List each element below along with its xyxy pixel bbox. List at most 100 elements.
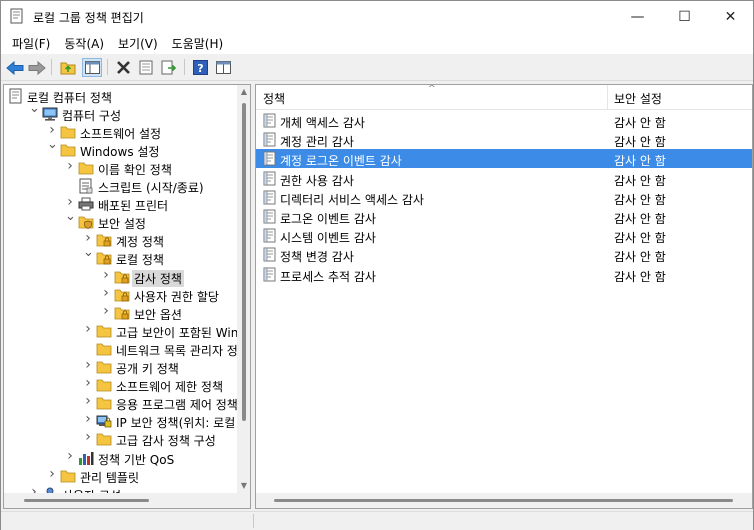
policy-list-item[interactable]: 디렉터리 서비스 액세스 감사 감사 안 함 xyxy=(256,188,752,207)
column-header-security-setting[interactable]: 보안 설정 xyxy=(614,90,662,107)
policy-setting-icon xyxy=(263,151,277,166)
security-setting-value: 감사 안 함 xyxy=(614,116,666,130)
tree-horizontal-scroll-thumb[interactable] xyxy=(24,499,149,502)
menu-file[interactable]: 파일(F) xyxy=(5,35,57,52)
tree-node[interactable]: › 감사 정책 xyxy=(4,268,237,287)
list-horizontal-scrollbar[interactable] xyxy=(256,493,752,508)
tree-node[interactable]: › 고급 감사 정책 구성 xyxy=(4,430,237,448)
chevron-right-icon[interactable]: › xyxy=(83,358,93,372)
tree-vertical-scrollbar[interactable]: ▲ ▼ xyxy=(237,85,250,493)
delete-icon xyxy=(116,61,130,74)
scroll-up-icon[interactable]: ▲ xyxy=(240,88,248,96)
tree-vertical-scroll-thumb[interactable] xyxy=(242,103,246,421)
tree-node[interactable]: ⌄ 컴퓨터 구성 xyxy=(4,102,237,123)
column-header-policy[interactable]: 정책 xyxy=(263,90,285,107)
back-button[interactable] xyxy=(5,58,25,77)
policy-list-item[interactable]: 프로세스 추적 감사 감사 안 함 xyxy=(256,265,752,284)
chevron-right-icon[interactable]: › xyxy=(83,412,93,426)
policy-list-item[interactable]: 정책 변경 감사 감사 안 함 xyxy=(256,245,752,264)
help-button[interactable]: ? xyxy=(190,58,210,77)
policy-list-item[interactable]: 권한 사용 감사 감사 안 함 xyxy=(256,169,752,188)
security-setting-value: 감사 안 함 xyxy=(614,173,666,188)
toolbar-separator xyxy=(51,59,52,75)
menu-help[interactable]: 도움말(H) xyxy=(165,35,231,52)
show-hide-tree-button[interactable] xyxy=(82,58,102,77)
tree-node[interactable]: › 정책 기반 QoS xyxy=(4,449,237,467)
chevron-right-icon[interactable]: › xyxy=(101,304,111,318)
chevron-right-icon[interactable]: › xyxy=(65,159,75,173)
scroll-down-icon[interactable]: ▼ xyxy=(240,482,248,490)
svg-text:?: ? xyxy=(197,62,203,75)
delete-button[interactable] xyxy=(113,58,133,77)
security-setting-value: 감사 안 함 xyxy=(614,250,666,265)
chevron-down-icon[interactable]: ⌄ xyxy=(83,246,94,259)
policy-list-item[interactable]: 계정 로그온 이벤트 감사 감사 안 함 xyxy=(256,149,752,169)
security-setting-value: 감사 안 함 xyxy=(614,269,666,284)
menu-action[interactable]: 동작(A) xyxy=(57,35,111,52)
group-policy-editor-window: 로컬 그룹 정책 편집기 — ☐ ✕ 파일(F) 동작(A) 보기(V) 도움말… xyxy=(0,0,754,530)
chevron-right-icon[interactable]: › xyxy=(101,286,111,300)
tree-node[interactable]: › IP 보안 정책(위치: 로컬 xyxy=(4,412,237,430)
policy-name: 개체 액세스 감사 xyxy=(280,116,365,130)
chevron-right-icon[interactable]: › xyxy=(83,430,93,444)
export-list-button[interactable] xyxy=(159,58,179,77)
chevron-right-icon[interactable]: › xyxy=(65,195,75,209)
chevron-right-icon[interactable]: › xyxy=(83,231,93,245)
policy-name: 권한 사용 감사 xyxy=(280,173,354,188)
chevron-down-icon[interactable]: ⌄ xyxy=(65,210,76,223)
close-button[interactable]: ✕ xyxy=(708,1,753,32)
tree-node[interactable]: › 응용 프로그램 제어 정책 xyxy=(4,394,238,412)
menu-view[interactable]: 보기(V) xyxy=(111,35,165,52)
tree-node[interactable]: › 이름 확인 정책 xyxy=(4,159,237,177)
maximize-button[interactable]: ☐ xyxy=(662,1,707,32)
chevron-right-icon[interactable]: › xyxy=(83,376,93,390)
tree-node[interactable]: › 배포된 프린터 xyxy=(4,195,237,213)
tree-node[interactable]: › 사용자 권한 할당 xyxy=(4,286,237,304)
tree-node[interactable]: ⌄ 보안 설정 xyxy=(4,210,237,232)
tree-node[interactable]: › 고급 보안이 포함된 Win xyxy=(4,322,238,340)
toolbar-separator xyxy=(107,59,108,75)
policy-list-item[interactable]: 개체 액세스 감사 감사 안 함 xyxy=(256,111,752,130)
tree-node[interactable]: › 관리 템플릿 xyxy=(4,467,237,485)
policy-list-item[interactable]: 로그온 이벤트 감사 감사 안 함 xyxy=(256,207,752,226)
tree-node-label: 고급 감사 정책 구성 xyxy=(116,434,216,449)
policy-list-item[interactable]: 시스템 이벤트 감사 감사 안 함 xyxy=(256,226,752,245)
chevron-right-icon[interactable]: › xyxy=(83,394,93,408)
details-pane[interactable]: 정책 ^ 보안 설정 개체 액세스 감사 감사 안 함 계정 관리 감사 감사 안 함… xyxy=(255,84,753,509)
tree-node[interactable]: 네트워크 목록 관리자 정 xyxy=(4,340,238,358)
chevron-right-icon[interactable]: › xyxy=(47,467,57,481)
tree-node[interactable]: 스크립트 (시작/종료) xyxy=(4,177,237,195)
tree-horizontal-scrollbar[interactable] xyxy=(4,493,250,508)
minimize-button[interactable]: — xyxy=(615,1,660,32)
tree-node-label: 보안 옵션 xyxy=(134,307,182,322)
tree-node[interactable]: › 소프트웨어 제한 정책 xyxy=(4,376,237,394)
chevron-right-icon[interactable]: › xyxy=(47,123,57,137)
properties-button[interactable] xyxy=(136,58,156,77)
tree-node[interactable]: › 소프트웨어 설정 xyxy=(4,123,237,141)
tree-node-label: 네트워크 목록 관리자 정 xyxy=(116,343,238,358)
tree-node[interactable]: ⌄ 로컬 정책 xyxy=(4,246,237,267)
view-button[interactable] xyxy=(213,58,233,77)
tree-node[interactable]: ⌄ Windows 설정 xyxy=(4,138,237,159)
title-bar: 로컬 그룹 정책 편집기 — ☐ ✕ xyxy=(1,1,753,32)
chevron-down-icon[interactable]: ⌄ xyxy=(47,138,58,151)
folder-icon xyxy=(96,395,112,411)
folder-icon xyxy=(60,142,76,158)
tree-node[interactable]: › 보안 옵션 xyxy=(4,304,237,322)
console-tree-pane[interactable]: 로컬 컴퓨터 정책 ⌄ 컴퓨터 구성 › 소프트웨어 설정 ⌄ Windows 설정 › 이름 … xyxy=(3,84,251,509)
help-icon: ? xyxy=(192,60,208,75)
policy-list-item[interactable]: 계정 관리 감사 감사 안 함 xyxy=(256,130,752,149)
tree-node-label: 보안 설정 xyxy=(98,217,146,232)
list-horizontal-scroll-thumb[interactable] xyxy=(274,499,733,502)
column-separator[interactable] xyxy=(607,85,608,109)
tree-node[interactable]: › 공개 키 정책 xyxy=(4,358,237,376)
chevron-right-icon[interactable]: › xyxy=(83,322,93,336)
policy-name: 시스템 이벤트 감사 xyxy=(280,231,376,246)
chevron-right-icon[interactable]: › xyxy=(65,449,75,463)
computer-icon xyxy=(42,106,58,122)
chevron-down-icon[interactable]: ⌄ xyxy=(29,102,40,115)
up-folder-button[interactable] xyxy=(58,58,78,77)
tree-node[interactable]: › 계정 정책 xyxy=(4,231,237,249)
chevron-right-icon[interactable]: › xyxy=(101,268,111,282)
forward-button[interactable] xyxy=(27,58,47,77)
